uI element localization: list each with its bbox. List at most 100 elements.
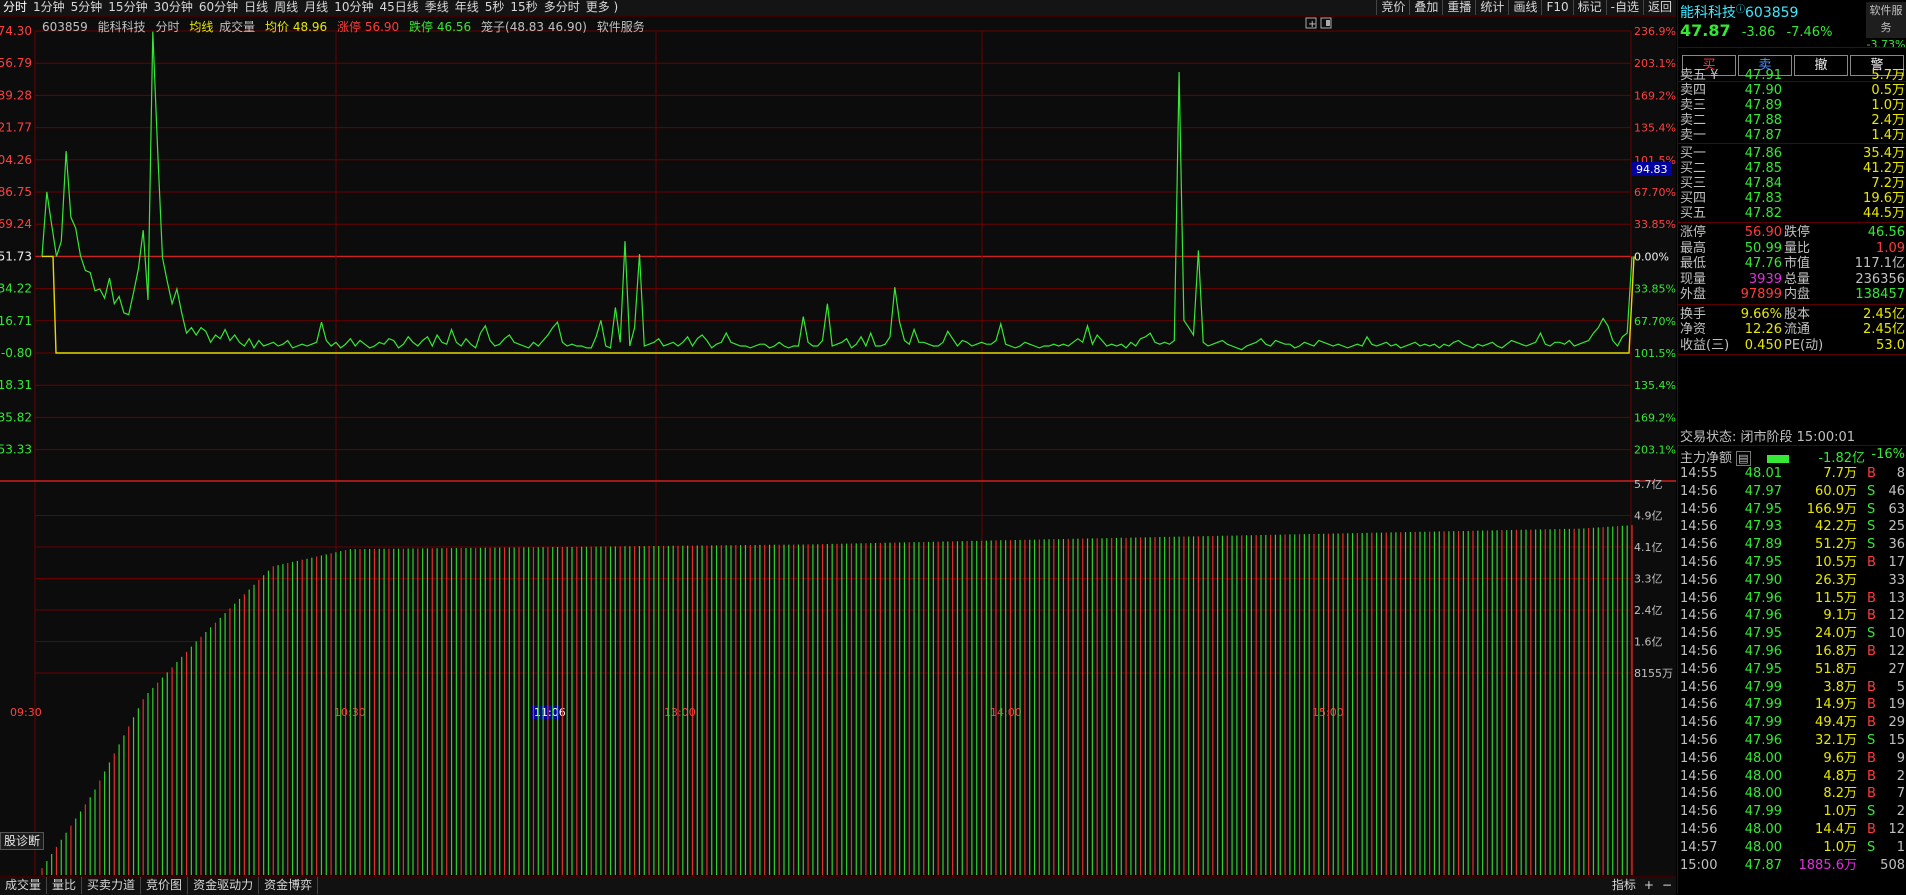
period-tab[interactable]: 日线 xyxy=(241,0,271,15)
intraday-chart[interactable]: 174.30 236.9% 156.79 203.1% 139.28 169.2% 121.… xyxy=(0,17,1676,877)
quote-title: 能科科技ⓘ603859 xyxy=(1680,2,1798,22)
tick-row[interactable]: 14:56 48.00 8.2万 B 7 xyxy=(1678,785,1906,803)
period-tab[interactable]: 5分钟 xyxy=(68,0,106,15)
tick-price: 47.90 xyxy=(1744,572,1782,588)
period-toolbar: 分时 1分钟 5分钟 15分钟 30分钟 60分钟 日线 周线 月线 10分钟 45日线 季线 年线 5秒… xyxy=(0,0,1676,17)
period-tab[interactable]: 季线 xyxy=(422,0,452,15)
tick-row[interactable]: 14:56 47.93 42.2万 S 25 xyxy=(1678,518,1906,536)
sector-label[interactable]: 软件服务 xyxy=(597,20,645,34)
price-tick-label: 121.77 xyxy=(0,121,32,135)
tick-time: 14:56 xyxy=(1680,519,1718,535)
tick-row[interactable]: 14:56 47.95 166.9万 S 63 xyxy=(1678,501,1906,519)
period-tab[interactable]: 45日线 xyxy=(376,0,421,15)
main-flow-label: 主力净额 xyxy=(1680,451,1733,466)
price-tick-label: 34.22 xyxy=(0,282,32,296)
price-tick-label: 86.75 xyxy=(0,185,32,199)
flow-toggle-icon[interactable]: ▤ xyxy=(1736,451,1751,466)
period-tab[interactable]: 15秒 xyxy=(507,0,540,15)
tick-row[interactable]: 14:56 47.89 51.2万 S 36 xyxy=(1678,536,1906,554)
volume-toggle[interactable]: 成交量 xyxy=(219,20,255,34)
tick-row[interactable]: 14:55 48.01 7.7万 B 8 xyxy=(1678,465,1906,483)
period-tab[interactable]: 分时 xyxy=(0,0,30,15)
tick-price: 47.97 xyxy=(1744,483,1782,499)
tool-button[interactable]: 标记 xyxy=(1572,0,1606,15)
tick-row[interactable]: 14:56 47.90 26.3万 33 xyxy=(1678,572,1906,590)
period-tab[interactable]: 1分钟 xyxy=(30,0,68,15)
stock-diagnosis-button[interactable]: 股诊断 xyxy=(0,832,45,850)
pct-tick-label: 101.5% xyxy=(1634,347,1676,360)
tick-direction: B xyxy=(1867,644,1876,659)
avg-price: 均价 48.96 xyxy=(265,20,328,34)
indicator-tab[interactable]: 竞价图 xyxy=(141,877,189,894)
period-tab[interactable]: 10分钟 xyxy=(331,0,376,15)
tick-row[interactable]: 14:56 47.95 51.8万 27 xyxy=(1678,661,1906,679)
tool-button[interactable]: 竞价 xyxy=(1376,0,1409,15)
period-tab[interactable]: 30分钟 xyxy=(151,0,196,15)
tick-row[interactable]: 14:56 48.00 14.4万 B 12 xyxy=(1678,821,1906,839)
indicator-control[interactable]: − xyxy=(1662,878,1672,892)
tool-button[interactable]: 统计 xyxy=(1475,0,1508,15)
bid-row[interactable]: 买五 47.82 44.5万 xyxy=(1678,205,1906,223)
tick-count: 25 xyxy=(1888,519,1905,535)
tick-price: 47.96 xyxy=(1744,644,1782,659)
tick-time: 14:56 xyxy=(1680,572,1718,588)
pct-tick-label: 203.1% xyxy=(1634,444,1676,457)
sector-tag[interactable]: 软件服务 -3.73% xyxy=(1866,2,1906,51)
price-change: -3.86 xyxy=(1741,25,1776,40)
info-icon[interactable]: ⓘ xyxy=(1736,5,1745,15)
indicator-control[interactable]: + xyxy=(1644,878,1654,892)
tool-button[interactable]: 叠加 xyxy=(1409,0,1442,15)
tick-row[interactable]: 14:56 47.99 1.0万 S 2 xyxy=(1678,803,1906,821)
tick-volume: 7.7万 xyxy=(1823,466,1857,481)
period-tab[interactable]: 年线 xyxy=(452,0,482,15)
period-tab[interactable]: 5秒 xyxy=(482,0,508,15)
tick-row[interactable]: 14:56 47.99 14.9万 B 19 xyxy=(1678,696,1906,714)
tick-row[interactable]: 14:56 47.97 60.0万 S 46 xyxy=(1678,483,1906,501)
tick-row[interactable]: 14:56 47.95 24.0万 S 10 xyxy=(1678,625,1906,643)
indicator-tab[interactable]: 买卖力道 xyxy=(82,877,142,894)
period-tab[interactable]: 周线 xyxy=(271,0,301,15)
price-tick-label: 16.71 xyxy=(0,314,32,328)
price-tick-label: -35.82 xyxy=(0,410,32,424)
tick-direction: B xyxy=(1867,608,1876,624)
tick-price: 48.00 xyxy=(1744,822,1782,837)
quote-name[interactable]: 能科科技 xyxy=(1680,5,1736,21)
period-tab[interactable]: 月线 xyxy=(301,0,331,15)
tick-row[interactable]: 14:56 48.00 4.8万 B 2 xyxy=(1678,768,1906,786)
stock-name: 能科科技 xyxy=(97,20,146,34)
tick-volume: 26.3万 xyxy=(1815,572,1857,588)
tick-row[interactable]: 14:57 48.00 1.0万 S 1 xyxy=(1678,839,1906,857)
tick-row[interactable]: 14:56 47.96 11.5万 B 13 xyxy=(1678,590,1906,608)
tool-button[interactable]: 返回 xyxy=(1642,0,1676,15)
tick-direction: S xyxy=(1867,483,1876,499)
tick-price: 47.96 xyxy=(1744,608,1782,624)
period-tab[interactable]: 15分钟 xyxy=(105,0,150,15)
tick-row[interactable]: 15:00 47.87 1885.6万 508 xyxy=(1678,857,1906,875)
tick-volume: 1.0万 xyxy=(1823,839,1857,855)
indicator-tab[interactable]: 量比 xyxy=(47,877,83,894)
tool-button[interactable]: 重播 xyxy=(1442,0,1475,15)
avg-toggle[interactable]: 均线 xyxy=(189,20,213,34)
period-tab[interactable]: 更多 ) xyxy=(583,0,622,15)
indicator-tab[interactable]: 资金博弈 xyxy=(259,877,319,894)
tick-row[interactable]: 14:56 48.00 9.6万 B 9 xyxy=(1678,750,1906,768)
tick-row[interactable]: 14:56 47.99 49.4万 B 29 xyxy=(1678,714,1906,732)
tick-row[interactable]: 14:56 47.96 9.1万 B 12 xyxy=(1678,607,1906,625)
period-tab[interactable]: 多分时 xyxy=(541,0,583,15)
tool-button[interactable]: F10 xyxy=(1541,0,1572,15)
indicator-tab[interactable]: 成交量 xyxy=(0,877,48,894)
tick-row[interactable]: 14:56 47.96 32.1万 S 15 xyxy=(1678,732,1906,750)
mode-label[interactable]: 分时 xyxy=(155,20,179,34)
tool-button[interactable]: 画线 xyxy=(1508,0,1541,15)
indicator-control[interactable]: 指标 xyxy=(1612,878,1636,892)
tick-row[interactable]: 14:56 47.95 10.5万 B 17 xyxy=(1678,554,1906,572)
sector-tag-name: 软件服务 xyxy=(1869,4,1903,34)
tick-row[interactable]: 14:56 47.99 3.8万 B 5 xyxy=(1678,679,1906,697)
period-tab[interactable]: 60分钟 xyxy=(196,0,241,15)
tool-button[interactable]: -自选 xyxy=(1605,0,1643,15)
indicator-tab[interactable]: 资金驱动力 xyxy=(188,877,260,894)
bid-label: 买五 xyxy=(1680,206,1707,221)
tick-row[interactable]: 14:56 47.96 16.8万 B 12 xyxy=(1678,643,1906,661)
volume-tick-label: 4.9亿 xyxy=(1634,510,1663,523)
tick-time: 14:56 xyxy=(1680,537,1718,553)
